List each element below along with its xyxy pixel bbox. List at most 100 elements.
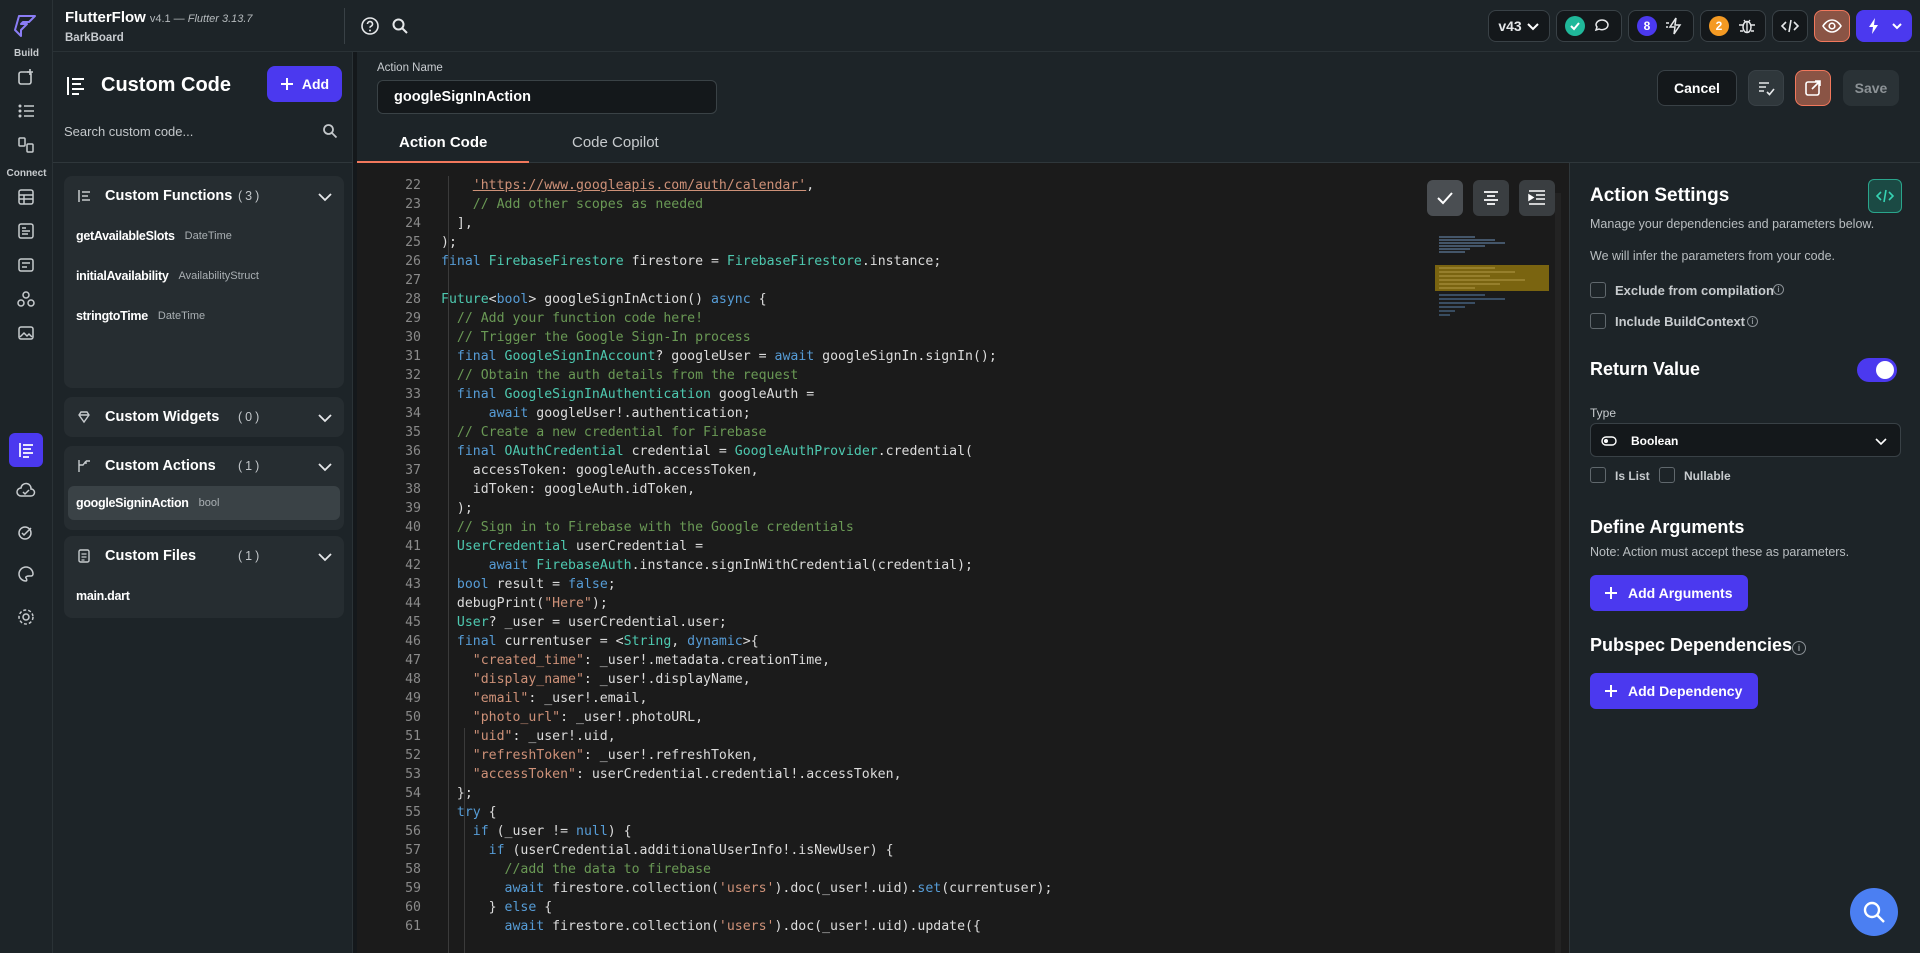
code-lines[interactable]: 22 'https://www.googleapis.com/auth/cale… [357,176,1052,936]
code-line[interactable]: 28 Future<bool> googleSignInAction() asyn… [357,290,1052,309]
code-line[interactable]: 60 } else { [357,898,1052,917]
code-line[interactable]: 55 try { [357,803,1052,822]
lightning-updates-icon[interactable] [1665,16,1685,36]
info-icon[interactable]: i [1747,316,1758,327]
code-line[interactable]: 25); [357,233,1052,252]
help-search-fab[interactable] [1850,888,1898,936]
run-menu-button[interactable] [1856,10,1912,42]
list-item-selected[interactable]: googleSigninAction bool [68,486,340,520]
code-view-toggle-button[interactable] [1868,179,1902,213]
add-page-icon[interactable] [9,60,43,94]
code-line[interactable]: 34 await googleUser!.authentication; [357,404,1052,423]
exclude-compilation-checkbox[interactable] [1590,282,1606,298]
code-line[interactable]: 27 [357,271,1052,290]
include-buildcontext-checkbox[interactable] [1590,313,1606,329]
info-icon[interactable]: i [1773,284,1784,295]
open-external-button[interactable] [1795,70,1831,106]
code-line[interactable]: 39 ); [357,499,1052,518]
code-line[interactable]: 58 //add the data to firebase [357,860,1052,879]
version-selector[interactable]: v43 [1488,10,1550,42]
updates-pill[interactable]: 8 [1628,10,1694,42]
code-line[interactable]: 61 await firestore.collection('users').d… [357,917,1052,936]
cancel-button[interactable]: Cancel [1657,70,1737,106]
info-icon[interactable]: i [1792,641,1806,655]
add-dependency-button[interactable]: Add Dependency [1590,673,1759,709]
custom-files-header[interactable]: Custom Files (1) [64,536,344,576]
code-line[interactable]: 56 if (_user != null) { [357,822,1052,841]
cloud-functions-icon[interactable] [9,474,43,508]
nullable-checkbox[interactable] [1659,467,1675,483]
database-icon[interactable] [9,180,43,214]
chevron-down-icon[interactable] [316,458,334,476]
code-line[interactable]: 29 // Add your function code here! [357,309,1052,328]
custom-widgets-header[interactable]: Custom Widgets (0) [64,397,344,437]
widget-tree-icon[interactable] [9,94,43,128]
status-pill[interactable] [1556,10,1622,42]
code-line[interactable]: 53 "accessToken": userCredential.credent… [357,765,1052,784]
code-minimap[interactable] [1435,235,1549,325]
add-arguments-button[interactable]: Add Arguments [1590,575,1749,611]
bug-icon[interactable] [1737,16,1757,36]
project-info[interactable]: FlutterFlow v4.1 — Flutter 3.13.7 BarkBoa… [65,9,253,44]
code-line[interactable]: 50 "photo_url": _user!.photoURL, [357,708,1052,727]
code-line[interactable]: 22 'https://www.googleapis.com/auth/cale… [357,176,1052,195]
code-line[interactable]: 23 // Add other scopes as needed [357,195,1052,214]
code-line[interactable]: 37 accessToken: googleAuth.accessToken, [357,461,1052,480]
editor-scrollbar[interactable] [1555,193,1561,953]
theme-icon[interactable] [9,557,43,591]
tab-code-copilot[interactable]: Code Copilot [572,134,659,151]
list-item[interactable]: stringtoTime DateTime [64,296,344,336]
code-line[interactable]: 42 await FirebaseAuth.instance.signInWit… [357,556,1052,575]
format-check-button[interactable] [1427,180,1463,216]
chevron-down-icon[interactable] [316,409,334,427]
storyboard-icon[interactable] [9,128,43,162]
search-custom-code-input[interactable]: Search custom code... [64,110,342,154]
issues-pill[interactable]: 2 [1700,10,1766,42]
list-item[interactable]: initialAvailability AvailabilityStruct [64,256,344,296]
list-item[interactable]: main.dart [64,576,344,616]
code-line[interactable]: 48 "display_name": _user!.displayName, [357,670,1052,689]
api-calls-icon[interactable] [9,214,43,248]
code-line[interactable]: 43 bool result = false; [357,575,1052,594]
tests-icon[interactable] [9,516,43,550]
comments-icon[interactable] [1593,16,1613,36]
custom-code-icon[interactable] [9,433,43,467]
code-line[interactable]: 30 // Trigger the Google Sign-In process [357,328,1052,347]
action-name-input[interactable]: googleSignInAction [377,80,717,114]
code-line[interactable]: 32 // Obtain the auth details from the r… [357,366,1052,385]
team-library-icon[interactable] [9,282,43,316]
code-line[interactable]: 59 await firestore.collection('users').d… [357,879,1052,898]
chevron-down-icon[interactable] [316,188,334,206]
media-assets-icon[interactable] [9,316,43,350]
search-icon[interactable] [322,123,338,139]
code-line[interactable]: 46 final currentuser = <String, dynamic>… [357,632,1052,651]
code-line[interactable]: 51 "uid": _user!.uid, [357,727,1052,746]
code-line[interactable]: 44 debugPrint("Here"); [357,594,1052,613]
code-editor[interactable]: 22 'https://www.googleapis.com/auth/cale… [357,163,1569,953]
code-line[interactable]: 26 final FirebaseFirestore firestore = Fi… [357,252,1052,271]
return-type-select[interactable]: Boolean [1590,423,1901,457]
code-line[interactable]: 45 User? _user = userCredential.user; [357,613,1052,632]
view-code-button[interactable] [1772,10,1808,42]
indent-button[interactable] [1519,180,1555,216]
code-line[interactable]: 52 "refreshToken": _user!.refreshToken, [357,746,1052,765]
code-line[interactable]: 47 "created_time": _user!.metadata.creat… [357,651,1052,670]
return-value-toggle[interactable] [1857,358,1897,382]
save-button[interactable]: Save [1843,70,1899,106]
code-line[interactable]: 33 final GoogleSignInAuthentication goog… [357,385,1052,404]
code-line[interactable]: 24 ], [357,214,1052,233]
add-custom-code-button[interactable]: Add [267,66,342,102]
code-line[interactable]: 38 idToken: googleAuth.idToken, [357,480,1052,499]
list-item[interactable]: getAvailableSlots DateTime [64,216,344,256]
custom-actions-header[interactable]: Custom Actions (1) [64,446,344,486]
custom-functions-header[interactable]: Custom Functions (3) [64,176,344,216]
code-line[interactable]: 54 }; [357,784,1052,803]
app-values-icon[interactable] [9,248,43,282]
flutterflow-logo-icon[interactable] [13,12,41,40]
code-line[interactable]: 41 UserCredential userCredential = [357,537,1052,556]
code-line[interactable]: 49 "email": _user!.email, [357,689,1052,708]
is-list-checkbox[interactable] [1590,467,1606,483]
align-center-button[interactable] [1473,180,1509,216]
code-line[interactable]: 36 final OAuthCredential credential = Go… [357,442,1052,461]
code-line[interactable]: 31 final GoogleSignInAccount? googleUser… [357,347,1052,366]
